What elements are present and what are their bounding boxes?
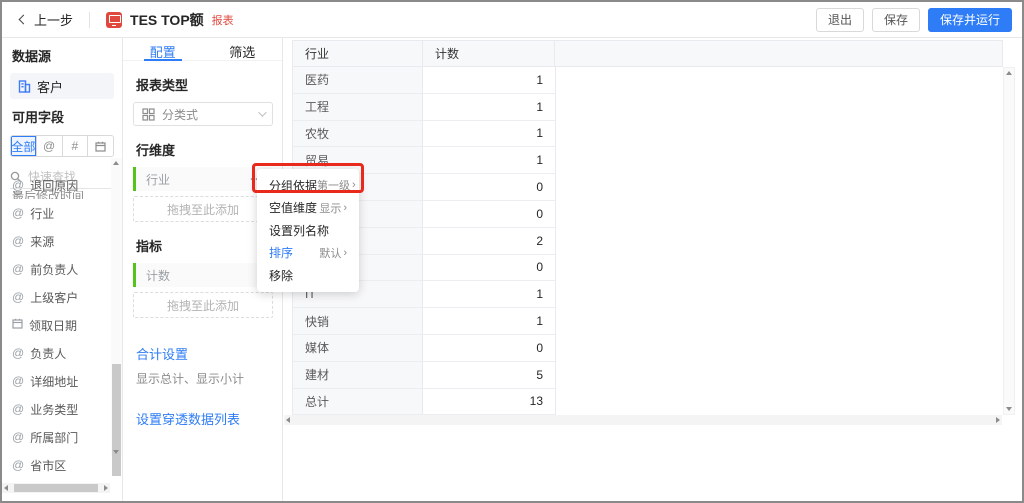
scroll-left-icon[interactable] (4, 485, 8, 491)
field-item[interactable]: @ 行业 (2, 199, 110, 227)
column-header-empty (555, 41, 1002, 66)
field-filter-tabs: 全部 @ # (10, 135, 114, 157)
chevron-right-icon: › (352, 179, 356, 192)
report-type-label: 报表类型 (136, 78, 189, 93)
field-item[interactable]: 领取日期 (2, 311, 110, 339)
save-button[interactable]: 保存 (871, 7, 920, 32)
filter-tab-date[interactable] (88, 136, 113, 156)
field-item[interactable]: @ 详细地址 (2, 367, 110, 395)
at-icon: @ (12, 234, 25, 248)
chevron-left-icon (18, 14, 29, 25)
at-icon: @ (12, 458, 25, 472)
at-icon: @ (12, 430, 25, 444)
save-and-run-button[interactable]: 保存并运行 (927, 7, 1012, 32)
menu-item-group-by[interactable]: 分组依据 第一级 › (257, 174, 359, 197)
scroll-down-icon[interactable] (113, 450, 119, 454)
filter-tab-number[interactable]: # (62, 136, 89, 156)
menu-item-null-dimension[interactable]: 空值维度 显示 › (257, 197, 359, 220)
field-item[interactable]: @ 前负责人 (2, 255, 110, 283)
topbar: 上一步 TES TOP额 报表 退出 保存 保存并运行 (2, 2, 1022, 38)
scroll-up-icon[interactable] (1006, 71, 1012, 75)
config-tabs: 配置 筛选 (123, 38, 282, 61)
table-row: 建材 5 (293, 361, 555, 389)
dimension-context-menu: 分组依据 第一级 › 空值维度 显示 › 设置列名称 排序 默认 › 移除 (257, 169, 359, 292)
scroll-down-icon[interactable] (1006, 407, 1012, 411)
filter-tab-all[interactable]: 全部 (11, 136, 37, 156)
calendar-icon (95, 141, 106, 152)
scroll-right-icon[interactable] (104, 485, 108, 491)
at-icon: @ (12, 374, 25, 388)
datasource-item-label: 客户 (37, 79, 64, 95)
fields-title: 可用字段 (12, 110, 65, 125)
table-row: 农牧 1 (293, 120, 555, 148)
scroll-up-icon[interactable] (113, 161, 119, 165)
column-header-industry: 行业 (293, 41, 423, 66)
table-row: 媒体 0 (293, 334, 555, 362)
report-title: TES TOP额 (130, 11, 204, 28)
at-icon: @ (12, 262, 25, 276)
report-type-value: 分类式 (162, 107, 199, 122)
calendar-icon (12, 318, 23, 332)
at-icon: @ (12, 178, 25, 192)
table-row: 快销 1 (293, 308, 555, 335)
report-type-badge: 报表 (211, 14, 234, 27)
scrollbar-thumb[interactable] (112, 364, 121, 476)
scrollbar-thumb[interactable] (14, 484, 98, 492)
datasource-sidebar: 数据源 客户 可用字段 全部 @ # @最后修改时间 @退回原因 @行业 @来源… (2, 38, 123, 501)
datasource-item-customer[interactable]: 客户 (10, 73, 114, 99)
row-dimension-chip[interactable]: 行业 ··· (133, 167, 273, 191)
field-item[interactable]: @ 退回原因 (2, 171, 110, 199)
table-horizontal-scrollbar[interactable] (284, 415, 1002, 425)
field-item[interactable]: @ 来源 (2, 227, 110, 255)
chevron-right-icon: › (343, 201, 347, 214)
at-icon: @ (12, 402, 25, 416)
divider (89, 11, 91, 28)
preview-pane: 行业 计数 医药 1 工程 1 农牧 1 贸易 1 0 0 2 0 IT 1 快销 1 媒体… (283, 38, 1022, 501)
menu-item-sort[interactable]: 排序 默认 › (257, 242, 359, 265)
report-builder-window: 上一步 TES TOP额 报表 退出 保存 保存并运行 数据源 客户 可用字段 … (0, 0, 1024, 503)
grid-icon (142, 107, 155, 121)
sidebar-horizontal-scrollbar[interactable] (2, 483, 110, 493)
metric-dropzone[interactable]: 拖拽至此添加 (133, 292, 273, 318)
at-icon: @ (12, 346, 25, 360)
scroll-left-icon[interactable] (286, 417, 290, 423)
datasource-title: 数据源 (12, 49, 52, 64)
exit-button[interactable]: 退出 (815, 7, 864, 32)
back-button[interactable]: 上一步 (18, 10, 74, 29)
scroll-right-icon[interactable] (996, 417, 1000, 423)
menu-item-set-column-name[interactable]: 设置列名称 (257, 219, 359, 242)
totals-settings-link[interactable]: 合计设置 (136, 344, 282, 363)
table-row-total: 总计 13 (293, 388, 555, 416)
report-app-icon (106, 11, 123, 28)
report-type-select[interactable]: 分类式 (133, 102, 273, 126)
building-icon (18, 79, 31, 93)
at-icon: @ (12, 206, 25, 220)
table-row: 工程 1 (293, 93, 555, 121)
field-item[interactable]: @ 上级客户 (2, 283, 110, 311)
at-icon: @ (12, 290, 25, 304)
back-label: 上一步 (34, 13, 74, 28)
menu-item-remove[interactable]: 移除 (257, 264, 359, 287)
table-vertical-scrollbar[interactable] (1003, 67, 1015, 415)
chevron-right-icon: › (343, 246, 347, 259)
metric-chip[interactable]: 计数 (133, 263, 273, 287)
column-header-count: 计数 (423, 41, 555, 66)
totals-settings-desc: 显示总计、显示小计 (136, 372, 245, 386)
field-list: @ 退回原因 @ 行业 @ 来源 @ 前负责人 @ 上级客户 领取日期 @ 负责人 @ 详细地… (2, 171, 110, 479)
table-row: 医药 1 (293, 67, 555, 94)
sidebar-vertical-scrollbar[interactable] (111, 158, 122, 476)
table-header: 行业 计数 (292, 40, 1003, 67)
field-item[interactable]: @ 负责人 (2, 339, 110, 367)
row-dimension-label: 行维度 (136, 143, 176, 158)
drill-through-link[interactable]: 设置穿透数据列表 (136, 409, 282, 428)
field-item[interactable]: @ 所属部门 (2, 423, 110, 451)
row-dimension-dropzone[interactable]: 拖拽至此添加 (133, 196, 273, 222)
field-item[interactable]: @ 省市区 (2, 451, 110, 479)
chevron-down-icon (258, 108, 267, 117)
tab-filter[interactable]: 筛选 (203, 38, 283, 60)
filter-tab-text[interactable]: @ (36, 136, 63, 156)
tab-config[interactable]: 配置 (123, 38, 203, 60)
field-item[interactable]: @ 业务类型 (2, 395, 110, 423)
